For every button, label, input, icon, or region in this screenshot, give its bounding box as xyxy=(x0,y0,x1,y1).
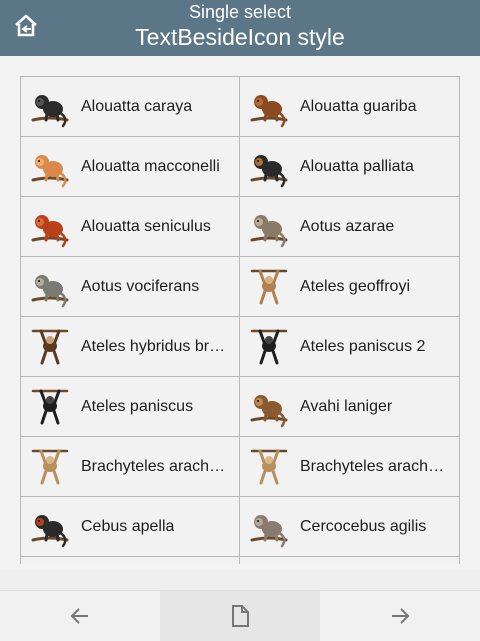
previous-button[interactable] xyxy=(0,591,160,641)
species-grid: Alouatta caraya Alouatta guariba Alouatta … xyxy=(20,76,460,570)
arrow-left-icon xyxy=(70,608,88,624)
howler-monkey-orange-icon xyxy=(31,154,69,187)
home-button[interactable] xyxy=(8,8,44,44)
grid-cell[interactable]: Ateles geoffroyi xyxy=(240,257,460,317)
scroll-edge xyxy=(0,564,480,570)
spider-monkey-hanging-icon xyxy=(31,329,69,364)
grid-cell[interactable]: Aotus vociferans xyxy=(21,257,240,317)
grid-cell-label: Alouatta guariba xyxy=(300,97,417,115)
page-subtitle: Single select xyxy=(188,2,292,22)
grid-cell-label: Brachyteles arach… xyxy=(300,457,445,475)
howler-monkey-red-icon xyxy=(31,214,69,247)
muriqui-icon xyxy=(31,449,69,484)
grid-cell-label: Cercocebus agilis xyxy=(300,517,427,535)
howler-monkey-brown-icon xyxy=(250,94,288,127)
grid-cell-label: Ateles paniscus xyxy=(81,397,194,415)
top-app-bar: Single select TextBesideIcon style xyxy=(0,0,480,56)
grid-cell[interactable]: Ateles paniscus xyxy=(21,377,240,437)
grid-cell-label: Cebus apella xyxy=(81,517,175,535)
grid-cell-label: Avahi laniger xyxy=(300,397,393,415)
grid-cell[interactable]: Brachyteles arach… xyxy=(21,437,240,497)
spider-monkey-black-icon xyxy=(250,329,288,364)
next-button[interactable] xyxy=(320,591,480,641)
grid-cell[interactable]: Avahi laniger xyxy=(240,377,460,437)
grid-cell[interactable]: Alouatta caraya xyxy=(21,77,240,137)
grid-cell-label: Alouatta macconelli xyxy=(81,157,220,175)
spider-monkey-black-hanging-icon xyxy=(31,389,69,424)
grid-cell[interactable]: Brachyteles arach… xyxy=(240,437,460,497)
spider-monkey-icon xyxy=(250,269,288,304)
page-title: TextBesideIcon style xyxy=(135,24,345,50)
grid-cell[interactable]: Ateles hybridus br… xyxy=(21,317,240,377)
arrow-right-icon xyxy=(392,608,410,624)
night-monkey-icon xyxy=(250,214,288,247)
grid-cell-label: Ateles hybridus br… xyxy=(81,337,226,355)
capuchin-icon xyxy=(31,514,69,547)
grid-cell-label: Alouatta caraya xyxy=(81,97,193,115)
grid-cell-label: Brachyteles arach… xyxy=(81,457,226,475)
grid-cell[interactable]: Cebus apella xyxy=(21,497,240,557)
mangabey-icon xyxy=(250,514,288,547)
grid-cell[interactable]: Cercocebus agilis xyxy=(240,497,460,557)
document-icon xyxy=(232,605,249,627)
bottom-nav-bar xyxy=(0,590,480,641)
home-icon xyxy=(15,14,37,37)
grid-cell[interactable]: Alouatta guariba xyxy=(240,77,460,137)
night-monkey-grey-icon xyxy=(31,274,69,307)
grid-cell[interactable]: Ateles paniscus 2 xyxy=(240,317,460,377)
howler-monkey-black-icon xyxy=(31,94,69,127)
grid-cell[interactable]: Alouatta macconelli xyxy=(21,137,240,197)
grid-cell[interactable]: Alouatta seniculus xyxy=(21,197,240,257)
icon-grid-view[interactable]: Alouatta caraya Alouatta guariba Alouatta … xyxy=(0,56,480,570)
grid-cell[interactable]: Aotus azarae xyxy=(240,197,460,257)
document-button[interactable] xyxy=(160,591,320,641)
woolly-lemur-icon xyxy=(250,394,288,427)
grid-cell-label: Ateles paniscus 2 xyxy=(300,337,426,355)
howler-monkey-mantled-icon xyxy=(250,154,288,187)
muriqui-2-icon xyxy=(250,449,288,484)
grid-cell-label: Aotus azarae xyxy=(300,217,395,235)
grid-cell-label: Alouatta palliata xyxy=(300,157,414,175)
grid-cell-label: Alouatta seniculus xyxy=(81,217,211,235)
grid-cell-label: Ateles geoffroyi xyxy=(300,277,410,295)
grid-cell[interactable]: Alouatta palliata xyxy=(240,137,460,197)
grid-cell-label: Aotus vociferans xyxy=(81,277,200,295)
